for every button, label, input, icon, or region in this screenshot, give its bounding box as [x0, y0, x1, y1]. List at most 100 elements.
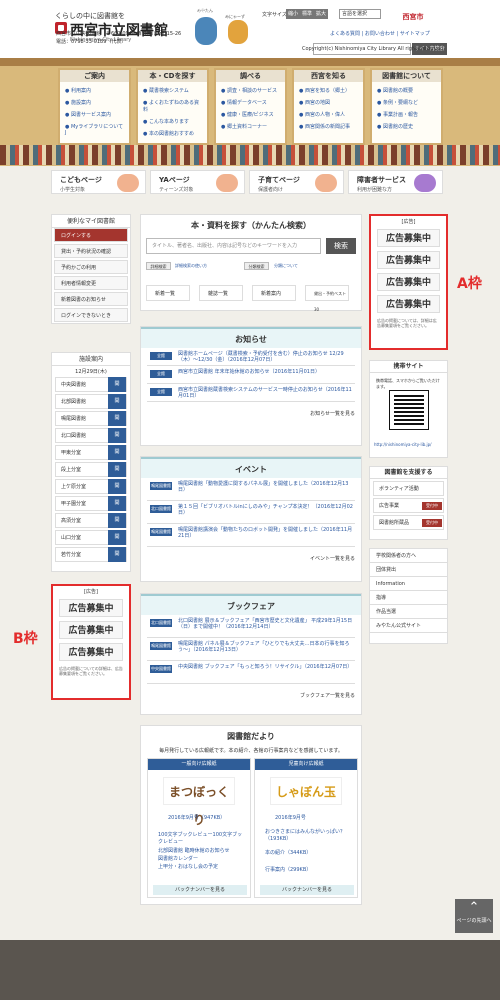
branch-row[interactable]: 甲東分室 開 [55, 445, 127, 460]
bookfair-link[interactable]: 中央図書館 ブックフェア「もっと知ろう！リサイクル」（2016年12月07日） [178, 664, 354, 670]
branch-row[interactable]: 北口図書館 開 [55, 428, 127, 443]
bookfair-row[interactable]: 中央図書館 中央図書館 ブックフェア「もっと知ろう！リサイクル」（2016年12月… [147, 661, 355, 684]
bookfair-link[interactable]: 北口図書館 展示＆ブックフェア「西宮市歴史と文化遺産」 平成29年1月15日（日… [178, 618, 354, 630]
miyatan-official-site-link[interactable]: みやたん公式サイト [370, 619, 447, 633]
newsletter-link[interactable]: 2016年9月号 [275, 815, 306, 822]
menu-title[interactable]: 調べる [216, 70, 285, 82]
newsletter-link[interactable]: 上甲分・おはなし会の予定 [158, 864, 218, 871]
menu-item[interactable]: ● 健康・医療/ビジネス [221, 111, 280, 118]
event-row[interactable]: 鳴尾図書館 鳴尾図書館「動物愛護に関するパネル展」を開催しました（2016年12月… [147, 478, 355, 501]
ad-slot[interactable]: 広告募集中 [377, 251, 440, 269]
news-row[interactable]: 全館 西宮市立図書館 年末年始休館のお知らせ（2016年11月01日） [147, 366, 355, 384]
menu-item[interactable]: ● よくおたずねのある資料 [143, 99, 202, 113]
language-select[interactable]: 言語を選択 [339, 9, 381, 19]
event-link[interactable]: 鳴尾図書館講演会「動物たちのロボット開発」を開催しました（2016年11月21日… [178, 527, 354, 539]
branch-row[interactable]: 中央図書館 開 [55, 377, 127, 392]
disability-service-link[interactable]: 障害者サービス 利用が困難な方 [348, 170, 443, 194]
classification-search-button[interactable]: 分類検索 [244, 262, 269, 270]
new-arrivals-tile[interactable]: 新着一覧 [146, 285, 190, 301]
top-links[interactable]: よくある質問 | お問い合わせ | サイトマップ [330, 30, 430, 37]
menu-item[interactable]: ● こんな本あります [143, 118, 202, 125]
menu-title[interactable]: ご案内 [60, 70, 129, 82]
advanced-search-help-link[interactable]: 詳細検索の使い方 [175, 263, 207, 269]
event-row[interactable]: 北口図書館 第１５回「ビブリオバトルinにしのみや」チャンプ本決定！（2016年1… [147, 501, 355, 524]
event-row[interactable]: 鳴尾図書館 鳴尾図書館講演会「動物たちのロボット開発」を開催しました（2016年1… [147, 524, 355, 547]
menu-item[interactable]: ● 施設案内 [65, 99, 124, 106]
group-loan-link[interactable]: 団体貸出 [370, 563, 447, 577]
user-info-link[interactable]: 利用者情報変更 [54, 276, 128, 290]
branch-row[interactable]: 甲子園分室 開 [55, 496, 127, 511]
menu-item[interactable]: ● 事業計画・報告 [377, 111, 436, 118]
donation-link[interactable]: 図書館所蔵品 受付中 [373, 515, 444, 530]
menu-item[interactable]: ● 西宮を知る（郷土） [299, 87, 358, 94]
ad-slot[interactable]: 広告募集中 [377, 229, 440, 247]
news-link[interactable]: 西宮市立図書館 年末年始休館のお知らせ（2016年11月01日） [178, 369, 354, 375]
font-normal-button[interactable]: 標準 [300, 9, 314, 19]
newsletter-link[interactable]: 行事案内（299KB） [265, 867, 311, 874]
branch-row[interactable]: 若竹分室 開 [55, 547, 127, 562]
menu-item[interactable]: ● 蔵書検索システム [143, 87, 202, 94]
classification-help-link[interactable]: 分類について [274, 263, 298, 269]
information-link[interactable]: Information [370, 577, 447, 591]
menu-item[interactable]: ● 図書館の概要 [377, 87, 436, 94]
ad-slot[interactable]: 広告募集中 [59, 643, 123, 661]
ad-slot[interactable]: 広告募集中 [377, 273, 440, 291]
branch-row[interactable]: 上ケ原分室 開 [55, 479, 127, 494]
bookfair-row[interactable]: 北口図書館 北口図書館 展示＆ブックフェア「西宮市歴史と文化遺産」 平成29年1月… [147, 615, 355, 638]
loan-status-link[interactable]: 貸出・予約状況の確認 [54, 244, 128, 258]
ad-slot[interactable]: 広告募集中 [59, 599, 123, 617]
menu-item[interactable]: ● 利用案内 [65, 87, 124, 94]
bookfair-row[interactable]: 鳴尾図書館 鳴尾図書館 パネル展＆ブックフェア「ひとりでも大丈夫…日本の行事を知ろ… [147, 638, 355, 661]
school-staff-link[interactable]: 学校関係者の方へ [370, 549, 447, 563]
footer-links[interactable]: サイトマップ | このサイトについて | 個人情報の取り扱いについて | このサ… [56, 8, 255, 15]
search-button[interactable]: 検索 [326, 238, 356, 254]
branch-row[interactable]: 高須分室 開 [55, 513, 127, 528]
newsletter-logo[interactable]: しゃぼん玉 [270, 777, 342, 805]
news-row[interactable]: 全館 図書館ホームページ（蔵書検索・予約受付を含む）停止のお知らせ 12/29（木… [147, 348, 355, 366]
event-link[interactable]: 第１５回「ビブリオバトルinにしのみや」チャンプ本決定！（2016年12月02日… [178, 504, 354, 516]
news-link[interactable]: 西宮市立図書館蔵書検索システムのサービス一時停止のお知らせ（2016年11月01… [178, 387, 354, 399]
font-large-button[interactable]: 拡大 [314, 9, 328, 19]
newsletter-link[interactable]: 100文字ブックレビュー100文字ブックレビュー [158, 832, 244, 846]
event-link[interactable]: 鳴尾図書館「動物愛護に関するパネル展」を開催しました（2016年12月13日） [178, 481, 354, 493]
back-to-top-button[interactable]: ⌃ ページの先頭へ [455, 899, 493, 933]
mobile-site-url[interactable]: http://nishinomiya-city-lib.jp/ [374, 442, 432, 447]
city-logo-icon[interactable]: 西宮市 [383, 8, 443, 26]
newsletter-link[interactable]: 北部図書館 臨時休館のお知らせ [158, 848, 230, 855]
best30-tile[interactable]: 貸出・予約ベスト30 [305, 285, 349, 312]
font-small-button[interactable]: 縮小 [286, 9, 300, 19]
menu-title[interactable]: 西宮を知る [294, 70, 363, 82]
newsletter-logo[interactable]: まつぼっくり [163, 777, 235, 827]
menu-item[interactable]: ● 情報データベース [221, 99, 280, 106]
newsletter-backnumber-link[interactable]: バックナンバーを見る [260, 885, 354, 895]
newsletter-link[interactable]: 本の紹介（344KB） [265, 850, 311, 857]
news-row[interactable]: 全館 西宮市立図書館蔵書検索システムのサービス一時停止のお知らせ（2016年11月… [147, 384, 355, 402]
newsletter-link[interactable]: 2016年9月号（947KB） [168, 815, 225, 822]
menu-item[interactable]: ● MyライブラリについてJ [65, 123, 124, 136]
keyword-search-input[interactable]: タイトル、著者名、出版社、内容は記号などのキーワードを入力 [146, 238, 321, 254]
bookfair-more-link[interactable]: ブックフェア一覧を見る [147, 692, 355, 699]
menu-item[interactable]: ● 図書サービス案内 [65, 111, 124, 118]
magazine-list-tile[interactable]: 雑誌一覧 [199, 285, 243, 301]
ya-page-link[interactable]: YAページ ティーンズ対象 [150, 170, 245, 194]
newsletter-link[interactable]: 図書館カレンダー [158, 856, 198, 863]
bookfair-link[interactable]: 鳴尾図書館 パネル展＆ブックフェア「ひとりでも大丈夫…日本の行事を知ろう～」（2… [178, 641, 354, 653]
menu-title[interactable]: 図書館について [372, 70, 441, 82]
menu-item[interactable]: ● 調査・相談のサービス [221, 87, 280, 94]
advertising-link[interactable]: 広告事業 受付中 [373, 498, 444, 513]
menu-item[interactable]: ● 図書館の歴史 [377, 123, 436, 130]
reservation-basket-link[interactable]: 予約かごの利用 [54, 260, 128, 274]
login-help-link[interactable]: ログインできないとき [54, 308, 128, 322]
new-books-notice-link[interactable]: 新着図書のお知らせ [54, 292, 128, 306]
ad-slot[interactable]: 広告募集中 [377, 295, 440, 313]
branch-row[interactable]: 山口分室 開 [55, 530, 127, 545]
advanced-search-button[interactable]: 詳細検索 [146, 262, 171, 270]
volunteer-link[interactable]: ボランティア活動 [373, 481, 444, 496]
news-link[interactable]: 図書館ホームページ（蔵書検索・予約受付を含む）停止のお知らせ 12/29（木）～… [178, 351, 354, 363]
menu-item[interactable]: ● 西宮の人物・偉人 [299, 111, 358, 118]
menu-item[interactable]: ● 郷土資料コーナー [221, 123, 280, 130]
branch-row[interactable]: 鳴尾図書館 開 [55, 411, 127, 426]
login-button[interactable]: ログインする [54, 228, 128, 242]
menu-item[interactable]: ● 条例・要綱など [377, 99, 436, 106]
guidance-link[interactable]: 指導 [370, 591, 447, 605]
